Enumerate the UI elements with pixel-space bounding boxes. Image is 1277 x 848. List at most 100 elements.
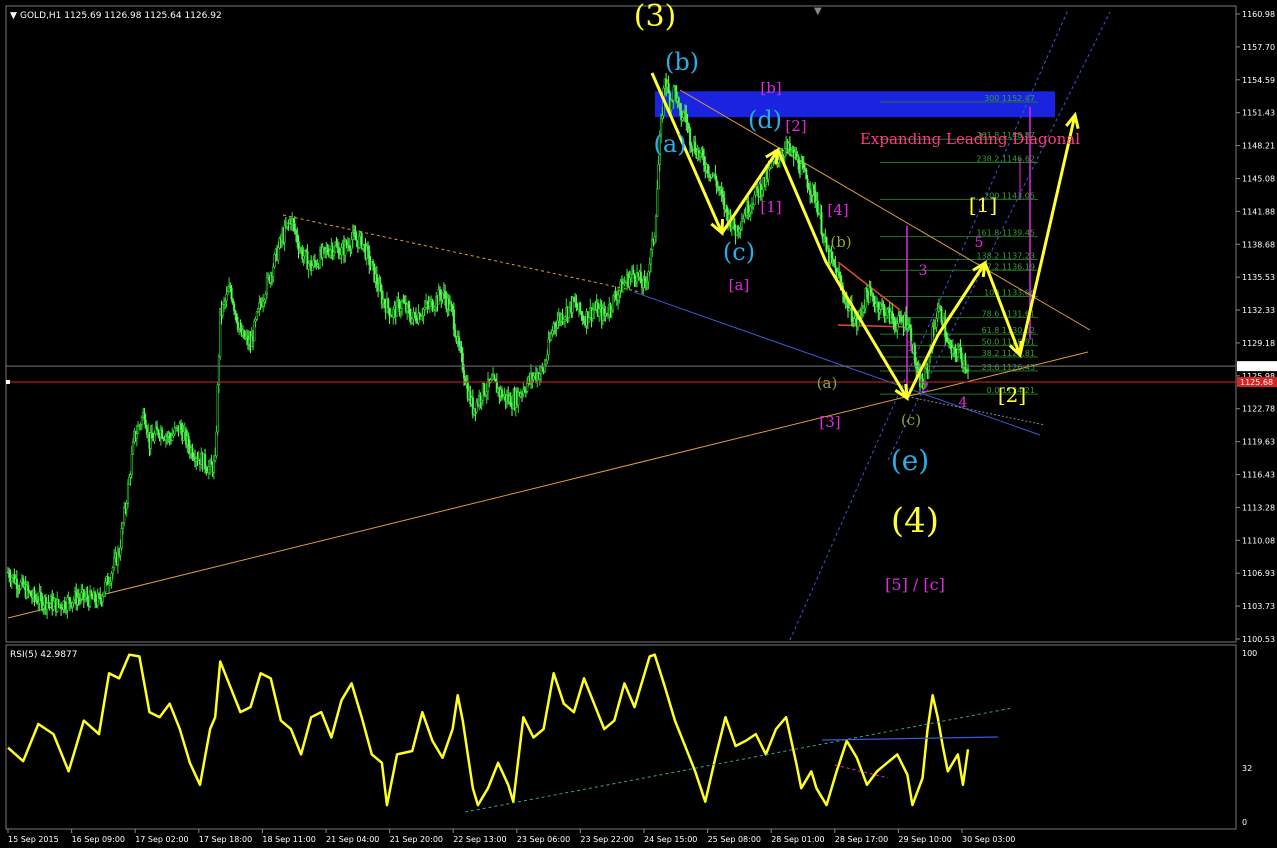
price-axis: 1160.98 1157.70 1154.59 1151.43 1148.21 1145.… bbox=[1236, 10, 1275, 644]
current-price-label: 1126.92 bbox=[1240, 362, 1273, 371]
symbol-header-arrow[interactable]: ▼ bbox=[10, 11, 17, 21]
candle-body bbox=[332, 251, 335, 256]
candle-body bbox=[809, 189, 812, 195]
candle-body bbox=[340, 247, 343, 256]
candle-body bbox=[230, 287, 233, 300]
candle-body bbox=[706, 164, 709, 175]
candle-body bbox=[661, 115, 664, 119]
candle-body bbox=[899, 316, 903, 322]
candle-body bbox=[812, 184, 815, 191]
price-tick-label: 1151.43 bbox=[1242, 109, 1275, 118]
candle-body bbox=[689, 128, 692, 146]
candle-body bbox=[68, 597, 71, 604]
candle-body bbox=[853, 318, 856, 324]
candle-body bbox=[935, 318, 938, 328]
marker-line-handle[interactable] bbox=[6, 379, 10, 384]
candle-body bbox=[313, 259, 317, 263]
candle-body bbox=[383, 298, 386, 305]
candle-body bbox=[954, 348, 957, 355]
candle-body bbox=[399, 308, 402, 313]
candle-body bbox=[120, 528, 123, 549]
candle-body bbox=[838, 271, 841, 277]
candle-body bbox=[761, 189, 764, 196]
fib-level-label: 238.2 1146.62 bbox=[976, 154, 1035, 163]
trading-chart[interactable]: 300 1152.47261.8 1148.87238.2 1146.62200… bbox=[0, 0, 1277, 848]
candle-body bbox=[207, 466, 210, 474]
candle-body bbox=[379, 283, 382, 291]
candle-body bbox=[205, 467, 208, 472]
candle-body bbox=[800, 163, 803, 175]
candle-body bbox=[493, 374, 496, 380]
candle-body bbox=[485, 391, 488, 396]
candle-body bbox=[253, 320, 256, 342]
candle-body bbox=[702, 155, 706, 166]
candle-body bbox=[738, 228, 741, 233]
candle-body bbox=[433, 306, 437, 310]
candle-body bbox=[371, 261, 375, 265]
candle-body bbox=[140, 416, 143, 426]
candle-body bbox=[39, 591, 42, 597]
candle-body bbox=[896, 323, 899, 331]
candle-body bbox=[940, 307, 943, 323]
candle-body bbox=[307, 263, 310, 270]
symbol-header: GOLD,H1 1125.69 1126.98 1125.64 1126.92 bbox=[20, 11, 222, 21]
candle-body bbox=[451, 305, 454, 310]
candle-body bbox=[283, 225, 286, 243]
candle-body bbox=[802, 163, 805, 169]
rsi-panel[interactable] bbox=[5, 644, 1237, 830]
candle-body bbox=[128, 476, 131, 485]
wave-label: (c) bbox=[723, 238, 755, 266]
candle-body bbox=[71, 602, 74, 608]
candle-body bbox=[423, 306, 426, 310]
candle-body bbox=[179, 423, 183, 431]
candle-body bbox=[580, 312, 583, 316]
candle-body bbox=[886, 308, 889, 316]
time-tick-label: 18 Sep 11:00 bbox=[262, 835, 315, 844]
candle-body bbox=[509, 396, 512, 407]
wave-label: (c) bbox=[901, 411, 921, 429]
rsi-tick-label: 0 bbox=[1242, 818, 1247, 827]
candle-body bbox=[633, 273, 636, 280]
candle-body bbox=[257, 308, 260, 313]
wave-label: 5 bbox=[975, 235, 984, 251]
candle-body bbox=[212, 460, 215, 473]
candle-body bbox=[532, 375, 535, 380]
candle-body bbox=[153, 433, 156, 442]
price-tick-label: 1116.43 bbox=[1242, 471, 1275, 480]
candle-body bbox=[581, 314, 584, 321]
candle-body bbox=[173, 427, 176, 435]
candle-body bbox=[805, 169, 808, 180]
candle-body bbox=[222, 301, 226, 305]
candle-body bbox=[216, 384, 219, 433]
wave-label: 2 bbox=[921, 380, 930, 396]
candle-body bbox=[614, 293, 617, 299]
price-tick-label: 1135.53 bbox=[1242, 273, 1275, 282]
candle-body bbox=[155, 426, 159, 431]
wave-label: [2] bbox=[998, 383, 1026, 407]
candle-body bbox=[618, 290, 621, 296]
candle-body bbox=[742, 218, 745, 222]
candle-body bbox=[543, 363, 546, 373]
candle-body bbox=[408, 308, 411, 318]
candle-body bbox=[102, 591, 106, 597]
fib-level-label: 78.6 1131.61 bbox=[982, 310, 1035, 319]
candle-body bbox=[265, 276, 269, 295]
candle-body bbox=[217, 356, 221, 386]
candle-body bbox=[945, 336, 948, 342]
candle-body bbox=[413, 312, 416, 316]
candle-body bbox=[452, 309, 455, 330]
candle-body bbox=[428, 301, 431, 307]
rsi-tick-label: 32 bbox=[1242, 764, 1252, 773]
candle-body bbox=[137, 425, 140, 435]
candle-body bbox=[960, 352, 963, 363]
candle-body bbox=[339, 254, 342, 259]
price-tick-label: 1106.93 bbox=[1242, 569, 1275, 578]
time-tick-label: 24 Sep 15:00 bbox=[644, 835, 697, 844]
candle-body bbox=[629, 274, 632, 279]
candle-body bbox=[326, 248, 329, 254]
candle-body bbox=[168, 433, 171, 439]
candle-body bbox=[454, 329, 457, 338]
candle-body bbox=[123, 507, 126, 524]
candle-body bbox=[80, 592, 83, 599]
time-tick-label: 22 Sep 13:00 bbox=[453, 835, 506, 844]
